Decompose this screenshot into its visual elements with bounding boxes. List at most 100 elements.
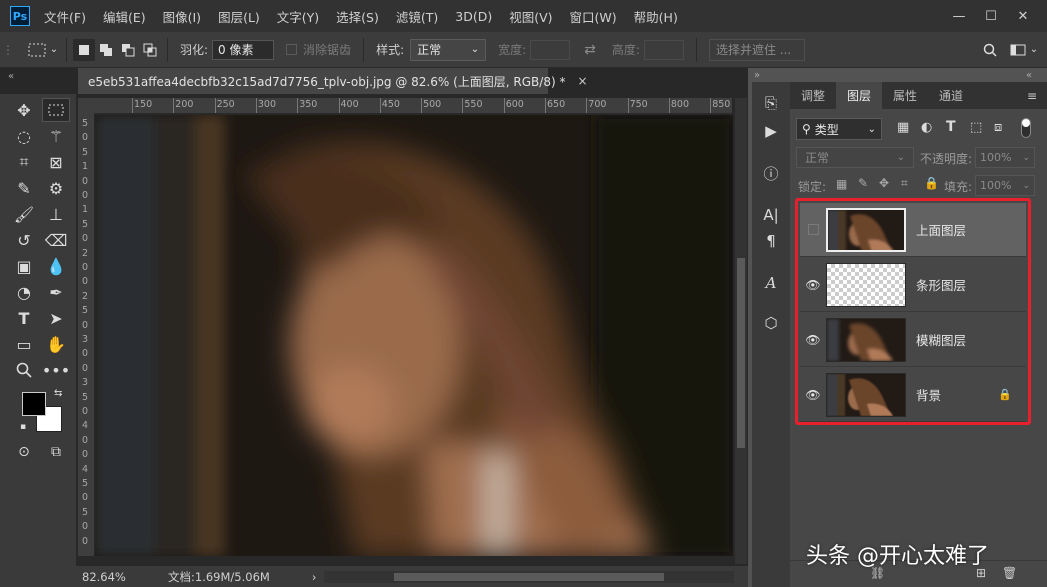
- filter-pixel-icon[interactable]: ▦: [897, 120, 909, 135]
- menu-3d[interactable]: 3D(D): [455, 9, 492, 24]
- panel-menu-icon[interactable]: ≡: [1027, 82, 1047, 109]
- menu-filter[interactable]: 滤镜(T): [396, 7, 438, 26]
- history-panel-icon[interactable]: ⎘: [758, 90, 784, 116]
- menu-file[interactable]: 文件(F): [44, 7, 86, 26]
- chevron-down-icon[interactable]: ⌄: [48, 39, 60, 61]
- scroll-thumb[interactable]: [394, 572, 665, 581]
- fill-input[interactable]: 100% ⌄: [975, 175, 1035, 196]
- tab-close-icon[interactable]: ×: [577, 74, 587, 88]
- height-input[interactable]: [643, 39, 684, 60]
- shape-tool-icon[interactable]: ▭: [10, 332, 38, 356]
- filter-type-icon[interactable]: T: [946, 119, 956, 135]
- foreground-color-swatch[interactable]: [22, 392, 46, 416]
- search-icon[interactable]: [979, 39, 1001, 61]
- pen-tool-icon[interactable]: ✒: [42, 280, 70, 304]
- magic-wand-icon[interactable]: ⚚: [42, 124, 70, 148]
- default-colors-icon[interactable]: ▪: [20, 422, 26, 432]
- filter-smart-object-icon[interactable]: ⧈: [994, 120, 1002, 135]
- tab-adjustments[interactable]: 调整: [790, 82, 836, 109]
- marquee-preset-icon[interactable]: [26, 39, 48, 61]
- panel-collapse-icon[interactable]: »: [754, 70, 760, 81]
- opacity-input[interactable]: 100% ⌄: [975, 147, 1035, 168]
- filter-type-label: 类型: [814, 122, 839, 137]
- subtract-selection-icon[interactable]: [117, 39, 139, 61]
- paragraph-panel-icon[interactable]: ¶: [758, 228, 784, 254]
- tab-properties[interactable]: 属性: [882, 82, 928, 109]
- zoom-tool-icon[interactable]: [10, 358, 38, 382]
- history-brush-icon[interactable]: ↺: [10, 228, 38, 252]
- collapse-icon[interactable]: «: [8, 71, 14, 82]
- menu-window[interactable]: 窗口(W): [570, 7, 617, 26]
- style-select[interactable]: 正常 ⌄: [410, 38, 487, 61]
- lock-transparency-icon[interactable]: ▦: [836, 177, 847, 191]
- antialias-checkbox[interactable]: [286, 44, 298, 55]
- glyphs-panel-icon[interactable]: A: [758, 270, 784, 296]
- brush-tool-icon[interactable]: 🖌: [10, 202, 38, 226]
- eyedropper-icon[interactable]: ✎: [10, 176, 38, 200]
- stamp-tool-icon[interactable]: ⊥: [42, 202, 70, 226]
- lasso-tool-icon[interactable]: ◌: [10, 124, 38, 148]
- quick-mask-icon[interactable]: ⊙: [10, 440, 38, 464]
- menu-help[interactable]: 帮助(H): [634, 7, 678, 26]
- new-selection-icon[interactable]: [73, 38, 95, 61]
- menu-layer[interactable]: 图层(L): [218, 7, 260, 26]
- filter-adjustment-icon[interactable]: ◐: [921, 120, 932, 135]
- menu-edit[interactable]: 编辑(E): [103, 7, 146, 26]
- character-panel-icon[interactable]: A|: [758, 202, 784, 228]
- lock-artboard-icon[interactable]: ⌗: [901, 176, 908, 191]
- path-select-icon[interactable]: ➤: [42, 306, 70, 330]
- move-tool-icon[interactable]: ✥: [10, 98, 38, 122]
- maximize-icon[interactable]: ☐: [975, 5, 1007, 27]
- lock-position-icon[interactable]: ✥: [879, 176, 889, 190]
- more-tools-icon[interactable]: •••: [42, 358, 70, 382]
- eraser-tool-icon[interactable]: ⌫: [42, 228, 70, 252]
- canvas-image[interactable]: [95, 115, 733, 556]
- menu-image[interactable]: 图像(I): [163, 7, 201, 26]
- chevron-down-icon[interactable]: ⌄: [1027, 39, 1041, 61]
- healing-brush-icon[interactable]: ⚙: [42, 176, 70, 200]
- width-input[interactable]: [530, 39, 571, 60]
- swap-colors-icon[interactable]: ⇆: [54, 388, 62, 399]
- close-icon[interactable]: ✕: [1007, 5, 1039, 27]
- blend-mode-select[interactable]: 正常 ⌄: [796, 147, 914, 168]
- add-selection-icon[interactable]: [95, 39, 117, 61]
- scroll-thumb[interactable]: [737, 258, 745, 448]
- lock-image-icon[interactable]: ✎: [858, 176, 868, 190]
- lock-all-icon[interactable]: 🔒: [924, 176, 939, 190]
- vertical-scrollbar[interactable]: [735, 98, 747, 564]
- panel-collapse-icon[interactable]: «: [1026, 70, 1032, 81]
- 3d-panel-icon[interactable]: ⬡: [758, 310, 784, 336]
- screen-mode-icon[interactable]: ⧉: [42, 440, 70, 464]
- tab-layers[interactable]: 图层: [836, 82, 883, 109]
- crop-tool-icon[interactable]: ⌗: [10, 150, 38, 174]
- filter-toggle[interactable]: [1021, 118, 1031, 138]
- type-tool-icon[interactable]: T: [10, 306, 38, 330]
- info-panel-icon[interactable]: ⓘ: [758, 160, 784, 186]
- vertical-ruler: 505100150200250300350400450500: [78, 114, 94, 556]
- blur-tool-icon[interactable]: 💧: [42, 254, 70, 278]
- minimize-icon[interactable]: —: [943, 5, 975, 27]
- menu-type[interactable]: 文字(Y): [277, 7, 319, 26]
- document-tab[interactable]: e5eb531affea4decbfb32c15ad7d7756_tplv-ob…: [78, 68, 588, 94]
- gradient-tool-icon[interactable]: ▣: [10, 254, 38, 278]
- dodge-tool-icon[interactable]: ◔: [10, 280, 38, 304]
- workspace-icon[interactable]: [1009, 39, 1027, 61]
- actions-panel-icon[interactable]: ▶: [758, 118, 784, 144]
- document-info[interactable]: 文档:1.69M/5.06M: [168, 569, 270, 585]
- horizontal-scrollbar[interactable]: [324, 570, 735, 583]
- swap-icon[interactable]: ⇄: [584, 42, 596, 58]
- menu-select[interactable]: 选择(S): [336, 7, 379, 26]
- frame-tool-icon[interactable]: ⊠: [42, 150, 70, 174]
- status-menu-arrow[interactable]: ›: [312, 570, 317, 584]
- intersect-selection-icon[interactable]: [139, 39, 161, 61]
- delete-layer-icon[interactable]: 🗑: [1002, 566, 1017, 580]
- select-and-mask-button[interactable]: 选择并遮住 ...: [708, 38, 805, 61]
- feather-input[interactable]: 0 像素: [212, 39, 275, 60]
- zoom-level[interactable]: 82.64%: [82, 570, 162, 584]
- tab-channels[interactable]: 通道: [928, 82, 974, 109]
- filter-shape-icon[interactable]: ⬚: [970, 120, 982, 135]
- layer-filter-select[interactable]: ⚲ 类型 ⌄: [796, 118, 882, 140]
- hand-tool-icon[interactable]: ✋: [42, 332, 70, 356]
- marquee-tool-icon[interactable]: [42, 98, 70, 122]
- menu-view[interactable]: 视图(V): [509, 7, 552, 26]
